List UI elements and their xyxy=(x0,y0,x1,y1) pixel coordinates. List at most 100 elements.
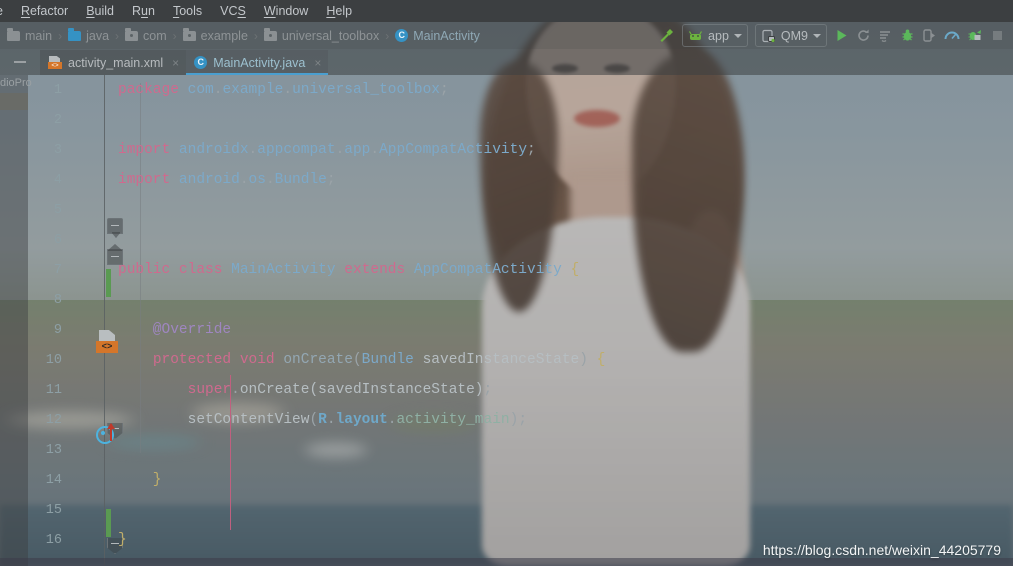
code-token: android xyxy=(178,172,240,188)
chevron-down-icon[interactable] xyxy=(733,33,742,38)
line-number: 13 xyxy=(45,443,62,458)
menu-item-help[interactable]: Help xyxy=(317,0,361,22)
project-selected-row[interactable] xyxy=(0,93,28,110)
change-marker[interactable] xyxy=(106,269,111,297)
menu-item-window[interactable]: Window xyxy=(255,0,317,22)
line-number: 2 xyxy=(53,113,62,128)
breadcrumb-item-universal_toolbox[interactable]: universal_toolbox xyxy=(261,27,382,43)
breadcrumb-item-com[interactable]: com xyxy=(122,27,170,43)
gauge-icon[interactable] xyxy=(944,25,960,47)
apply-changes-icon[interactable] xyxy=(878,25,893,47)
code-token: ; xyxy=(483,382,493,398)
code-token: ( xyxy=(309,412,319,428)
android-icon xyxy=(689,30,703,40)
code-line[interactable]: super.onCreate(savedInstanceState); xyxy=(118,375,493,405)
code-line[interactable]: } xyxy=(118,525,127,555)
code-line[interactable]: @Override xyxy=(118,315,231,345)
breadcrumb: main › java › com › example › universal_toolbox ›… xyxy=(0,22,483,49)
editor-tab-MainActivity-java[interactable]: C MainActivity.java × xyxy=(186,50,329,75)
code-token: Bundle xyxy=(361,352,414,368)
code-editor[interactable]: <> 1 2 3 4 5 6 7 8 9 10 11 12 13 14 15 16 package com.e… xyxy=(28,75,1013,566)
line-number: 1 xyxy=(53,83,62,98)
editor-gutter[interactable]: <> 1 2 3 4 5 6 7 8 9 10 11 12 13 14 15 16 xyxy=(28,75,123,566)
attach-debugger-icon[interactable] xyxy=(967,25,983,47)
hide-panel-button[interactable] xyxy=(0,49,40,75)
breadcrumb-item-java[interactable]: java xyxy=(65,27,112,43)
play-icon[interactable] xyxy=(834,25,849,47)
menu-item-run[interactable]: Run xyxy=(123,0,164,22)
menu-item-e[interactable]: e xyxy=(0,0,12,22)
breadcrumb-label: MainActivity xyxy=(413,28,480,43)
code-line[interactable]: import androidx.appcompat.app.AppCompatA… xyxy=(118,135,536,165)
breadcrumb-label: com xyxy=(143,28,167,43)
line-number: 15 xyxy=(45,503,62,518)
code-content[interactable]: package com.example.universal_toolbox;im… xyxy=(118,75,1013,566)
breadcrumb-separator: › xyxy=(253,28,258,43)
folder-blue-icon xyxy=(68,27,82,41)
change-marker[interactable] xyxy=(106,509,111,537)
breadcrumb-separator: › xyxy=(58,28,63,43)
code-token: ; xyxy=(527,142,536,158)
code-token: . xyxy=(248,142,258,158)
ide-window: eRefactorBuildRunToolsVCSWindowHelp main… xyxy=(0,0,1013,566)
line-number: 4 xyxy=(53,173,62,188)
device-selector[interactable]: QM9 xyxy=(754,24,827,47)
coverage-icon[interactable] xyxy=(922,25,937,47)
line-number: 14 xyxy=(45,473,62,488)
bug-icon[interactable] xyxy=(900,25,915,47)
hammer-icon[interactable] xyxy=(658,25,675,47)
code-token: onCreate xyxy=(239,382,310,398)
class-icon: C xyxy=(395,29,409,42)
code-line[interactable]: import android.os.Bundle; xyxy=(118,165,336,195)
breadcrumb-item-main[interactable]: main xyxy=(4,27,55,43)
run-configuration-label: app xyxy=(708,28,729,43)
rerun-icon[interactable] xyxy=(856,25,871,47)
close-icon[interactable]: × xyxy=(172,56,179,70)
folder-package-icon xyxy=(125,27,139,41)
breadcrumb-separator: › xyxy=(385,28,390,43)
run-configuration-selector[interactable]: app xyxy=(682,24,748,47)
code-line[interactable]: setContentView(R.layout.activity_main); xyxy=(118,405,527,435)
line-number: 5 xyxy=(53,203,62,218)
project-tool-window[interactable]: dioPro xyxy=(0,75,32,566)
editor-tab-activity_main-xml[interactable]: <> activity_main.xml × xyxy=(40,50,187,75)
gutter-divider xyxy=(104,75,105,566)
code-token: { xyxy=(570,262,580,278)
menu-item-vcs[interactable]: VCS xyxy=(211,0,255,22)
class-icon: C xyxy=(194,56,208,69)
code-token: . xyxy=(326,412,336,428)
code-token: } xyxy=(118,472,162,488)
code-token: MainActivity xyxy=(231,262,336,278)
menu-item-refactor[interactable]: Refactor xyxy=(12,0,77,22)
xml-layout-icon: <> xyxy=(48,56,62,69)
code-token: universal_toolbox xyxy=(292,82,440,98)
code-line[interactable]: protected void onCreate(Bundle savedInst… xyxy=(118,345,606,375)
code-token: AppCompatActivity xyxy=(379,142,528,158)
watermark-text: https://blog.csdn.net/weixin_44205779 xyxy=(762,542,1001,558)
menu-item-build[interactable]: Build xyxy=(77,0,123,22)
breadcrumb-item-mainactivity[interactable]: C MainActivity xyxy=(392,29,483,43)
code-token: Bundle xyxy=(274,172,327,188)
breadcrumb-item-example[interactable]: example xyxy=(180,27,251,43)
line-number: 6 xyxy=(53,233,62,248)
breadcrumb-label: example xyxy=(200,28,248,43)
stop-icon[interactable] xyxy=(990,25,1005,47)
main-toolbar: app QM9 xyxy=(658,24,1013,47)
code-token: app xyxy=(344,142,371,158)
menu-item-tools[interactable]: Tools xyxy=(164,0,211,22)
chevron-down-icon[interactable] xyxy=(813,33,821,38)
code-line[interactable]: } xyxy=(118,465,162,495)
close-icon[interactable]: × xyxy=(314,56,321,70)
layout-relation-icon[interactable]: <> xyxy=(96,330,118,354)
code-token: super xyxy=(187,382,232,398)
line-number: 3 xyxy=(53,143,62,158)
code-token: androidx xyxy=(178,142,249,158)
code-line[interactable]: public class MainActivity extends AppCom… xyxy=(118,255,579,285)
code-token: setContentView xyxy=(187,412,310,428)
code-token: AppCompatActivity xyxy=(413,262,562,278)
code-line[interactable]: package com.example.universal_toolbox; xyxy=(118,75,449,105)
code-token: void xyxy=(239,352,284,368)
